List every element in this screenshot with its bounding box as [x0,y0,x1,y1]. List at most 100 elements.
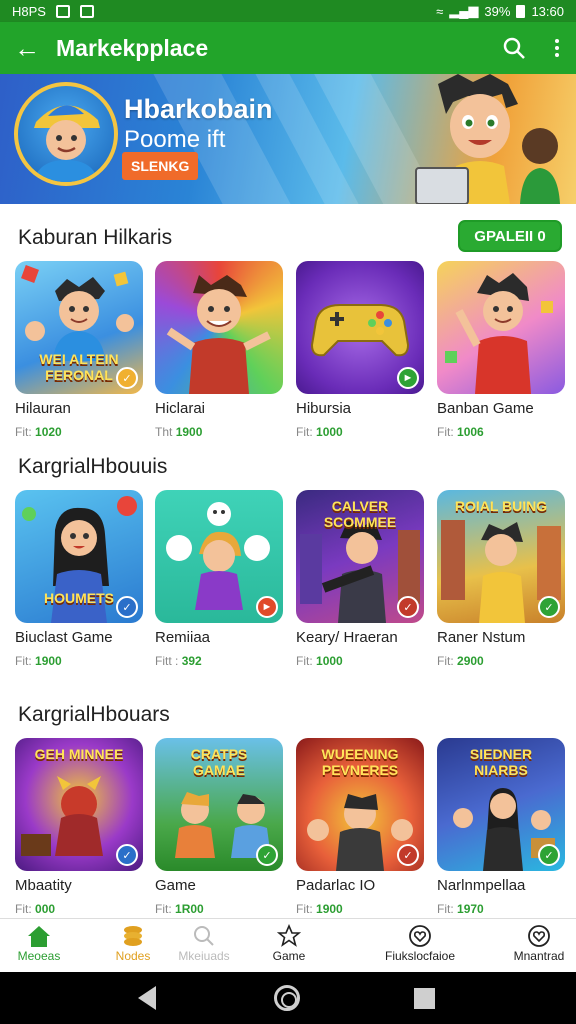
game-title: Hilauran [15,400,71,417]
game-caption: ROIAL BUING [454,498,548,514]
play-badge-icon: ✓ [116,596,138,618]
carrier-label: H8PS [12,3,46,19]
play-badge-icon: ✓ [397,844,419,866]
game-thumbnail: SIEDNER NIARBS ✓ [437,738,565,871]
promo-banner[interactable]: Hbarkobain Poome ift SLENKG [0,74,576,204]
nav-item-nodes[interactable]: Nodes [106,923,160,963]
back-arrow-icon[interactable]: ← [14,33,44,64]
game-title: Banban Game [437,400,534,417]
coins-icon [106,923,160,949]
game-thumbnail: WEI ALTEIN FERONAL ✓ [15,261,143,394]
back-nav-icon[interactable] [138,986,156,1010]
game-card[interactable]: ROIAL BUING ✓ Raner Nstum Fit: 2900 [437,490,565,668]
notification-icon [55,4,70,18]
game-card[interactable]: Hiclarai Tht 1900 [155,261,283,439]
heart-icon [506,923,572,949]
game-meta: Fit: 1000 [296,425,343,439]
signal-icon: ▂▄▆ [449,3,479,18]
game-meta: Fit: 1R00 [155,902,204,916]
system-navigation-bar [0,972,576,1024]
game-thumbnail: WUEENING PEVNERES ✓ [296,738,424,871]
game-meta: Fit: 1900 [296,902,343,916]
game-title: Biuclast Game [15,629,113,646]
game-caption: CRATPS GAMAE [190,746,248,778]
play-badge-icon: ► [256,596,278,618]
recents-nav-icon[interactable] [414,988,435,1009]
battery-percent: 39% [484,3,511,19]
game-title: Narlnmpellaa [437,877,526,894]
game-thumbnail: CALVER SCOMMEE ✓ [296,490,424,623]
game-meta: Fit: 2900 [437,654,484,668]
game-thumbnail: CRATPS GAMAE ✓ [155,738,283,871]
game-meta: Fit: 000 [15,902,56,916]
star-icon [262,923,316,949]
game-thumbnail [155,261,283,394]
wifi-icon: ≈ [436,3,444,19]
game-caption: SIEDNER NIARBS [469,746,533,778]
game-thumbnail: ► [296,261,424,394]
game-card[interactable]: WUEENING PEVNERES ✓ Padarlac IO Fit: 190… [296,738,424,916]
more-options-icon[interactable] [552,39,562,57]
nav-label: Mkeiuads [178,949,230,963]
game-card[interactable]: HOUMETS ✓ Biuclast Game Fit: 1900 [15,490,143,668]
game-title: Hibursia [296,400,352,417]
game-card[interactable]: SIEDNER NIARBS ✓ Narlnmpellaa Fit: 1970 [437,738,565,916]
app-bar: ← Markekpplace [0,22,576,74]
game-title: Remiiaa [155,629,211,646]
banner-subtitle: Poome ift [124,126,226,153]
play-badge-icon: ► [397,367,419,389]
game-card[interactable]: ► Hibursia Fit: 1000 [296,261,424,439]
notification-icon [79,4,94,18]
game-thumbnail: ► [155,490,283,623]
battery-icon [516,4,526,18]
game-thumbnail: GEH MINNEE ✓ [15,738,143,871]
game-card[interactable]: ► Remiiaa Fitt : 392 [155,490,283,668]
game-title: Keary/ Hraeran [296,629,398,646]
nav-item-game[interactable]: Game [262,923,316,963]
game-meta: Fit: 1900 [15,654,62,668]
game-thumbnail: ROIAL BUING ✓ [437,490,565,623]
home-icon [14,923,64,949]
banner-hero-illustration [415,74,560,204]
game-card[interactable]: CRATPS GAMAE ✓ Game Fit: 1R00 [155,738,283,916]
clock: 13:60 [531,3,564,19]
page-title: Markekpplace [56,34,209,61]
home-nav-icon[interactable] [274,985,300,1011]
game-thumbnail [437,261,565,394]
game-card[interactable]: Banban Game Fit: 1006 [437,261,565,439]
game-meta: Fit: 1000 [296,654,343,668]
game-title: Raner Nstum [437,629,526,646]
nav-label: Mnantrad [513,949,565,963]
section-title: Kaburan Hilkaris [18,226,173,249]
banner-character-avatar [14,82,118,186]
nav-item-search[interactable]: Mkeiuads [170,923,238,963]
game-meta: Tht 1900 [155,425,203,439]
nav-label: Meoeas [17,949,61,963]
game-card[interactable]: GEH MINNEE ✓ Mbaatity Fit: 000 [15,738,143,916]
search-icon [170,923,238,949]
game-card[interactable]: CALVER SCOMMEE ✓ Keary/ Hraeran Fit: 100… [296,490,424,668]
game-meta: Fit: 1020 [15,425,62,439]
game-caption: CALVER SCOMMEE [323,498,397,530]
game-card[interactable]: WEI ALTEIN FERONAL ✓ Hilauran Fit: 1020 [15,261,143,439]
game-meta: Fit: 1970 [437,902,484,916]
nav-item-home[interactable]: Meoeas [14,923,64,963]
section-title: KargrialHbouars [18,703,170,726]
game-caption: WUEENING PEVNERES [321,746,399,778]
banner-button[interactable]: SLENKG [122,152,199,180]
nav-label: Fiukslocfaioe [384,949,456,963]
nav-label: Nodes [115,949,151,963]
nav-label: Game [272,949,306,963]
nav-item-favorites[interactable]: Fiukslocfaioe [372,923,468,963]
nav-item-manage[interactable]: Mnantrad [506,923,572,963]
play-badge-icon: ✓ [538,596,560,618]
game-title: Mbaatity [15,877,72,894]
section-action-button[interactable]: GPALEII 0 [458,220,562,252]
banner-title: Hbarkobain [124,94,273,124]
game-caption: GEH MINNEE [34,746,124,762]
play-badge-icon: ✓ [256,844,278,866]
game-meta: Fitt : 392 [155,654,202,668]
status-bar: H8PS ≈ ▂▄▆ 39% 13:60 [0,0,576,22]
bottom-navigation: Meoeas Nodes Mkeiuads Game Fiukslocfaioe… [0,918,576,972]
search-icon[interactable] [502,36,526,60]
